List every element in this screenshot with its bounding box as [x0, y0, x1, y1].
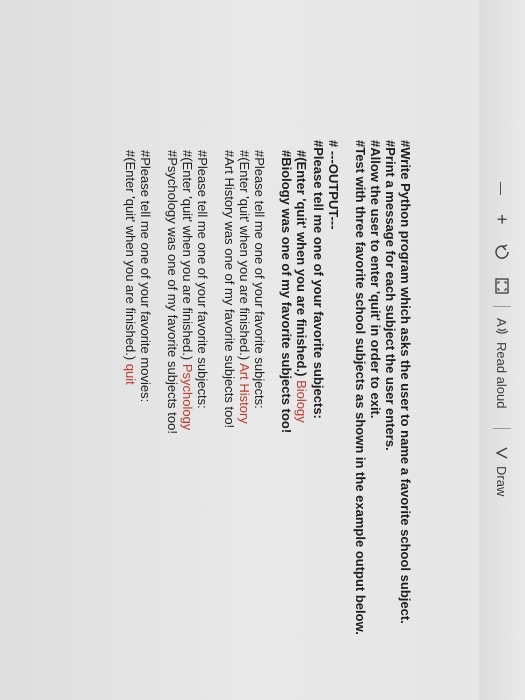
answer-text: Biology [294, 380, 309, 423]
draw-label: Draw [494, 466, 510, 497]
prompt-line: #Please tell me one of your favorite sub… [252, 150, 267, 409]
read-aloud-icon: A [495, 318, 509, 334]
zoom-in-button[interactable]: + [491, 214, 513, 225]
enter-quit-text: #(Enter 'quit' when you are finished.) [294, 150, 309, 377]
zoom-in-label: + [492, 214, 513, 225]
quit-answer-text: quit [123, 363, 138, 385]
zoom-out-label: — [494, 182, 510, 195]
read-aloud-button[interactable]: A Read aloud [491, 318, 513, 409]
enter-quit-text: #(Enter 'quit' when you are finished.) [237, 150, 252, 361]
document-page: #Write Python program which asks the use… [0, 0, 479, 700]
doc-line: #Write Python program which asks the use… [398, 140, 413, 624]
reader-toolbar: — + A Read aloud Draw [478, 0, 525, 700]
zoom-out-button[interactable]: — [491, 182, 513, 195]
doc-line: #Test with three favorite school subject… [353, 140, 368, 635]
fit-page-icon [495, 278, 509, 294]
enter-quit-line: #(Enter 'quit' when you are finished.) A… [237, 150, 252, 680]
fit-page-button[interactable] [491, 278, 513, 294]
toolbar-divider [493, 306, 511, 307]
doc-line: #Allow the user to enter 'quit' in order… [368, 140, 383, 419]
document-text: #Write Python program which asks the use… [123, 140, 413, 680]
prompt-line: #Please tell me one of your favorite sub… [311, 140, 326, 419]
draw-pen-icon [495, 447, 508, 459]
response-line: #Biology was one of my favorite subjects… [279, 150, 294, 434]
rotate-button[interactable] [491, 244, 513, 260]
enter-quit-text: #(Enter 'quit' when you are finished.) [180, 150, 195, 361]
prompt-movies-line: #Please tell me one of your favorite mov… [138, 150, 153, 403]
rotate-icon [495, 244, 509, 259]
answer-text: Art History [237, 363, 252, 424]
read-aloud-label: Read aloud [494, 342, 510, 409]
toolbar-divider [493, 428, 511, 429]
enter-quit-line: #(Enter 'quit' when you are finished.) B… [294, 150, 309, 680]
draw-button[interactable]: Draw [491, 446, 513, 496]
enter-quit-line: #(Enter 'quit' when you are finished.) q… [123, 150, 138, 680]
svg-text:A: A [495, 318, 509, 327]
doc-line: #Print a message for each subject the us… [383, 140, 398, 451]
answer-text: Psychology [180, 363, 195, 431]
prompt-line: #Please tell me one of your favorite sub… [195, 150, 210, 409]
response-line: #Psychology was one of my favorite subje… [165, 150, 180, 434]
enter-quit-line: #(Enter 'quit' when you are finished.) P… [180, 150, 195, 680]
enter-quit-text: #(Enter 'quit' when you are finished.) [123, 150, 138, 361]
response-line: #Art History was one of my favorite subj… [222, 150, 237, 429]
output-header: # ---OUTPUT--- [326, 140, 341, 230]
rotated-screen: — + A Read aloud Draw #Write Python prog… [0, 0, 525, 700]
